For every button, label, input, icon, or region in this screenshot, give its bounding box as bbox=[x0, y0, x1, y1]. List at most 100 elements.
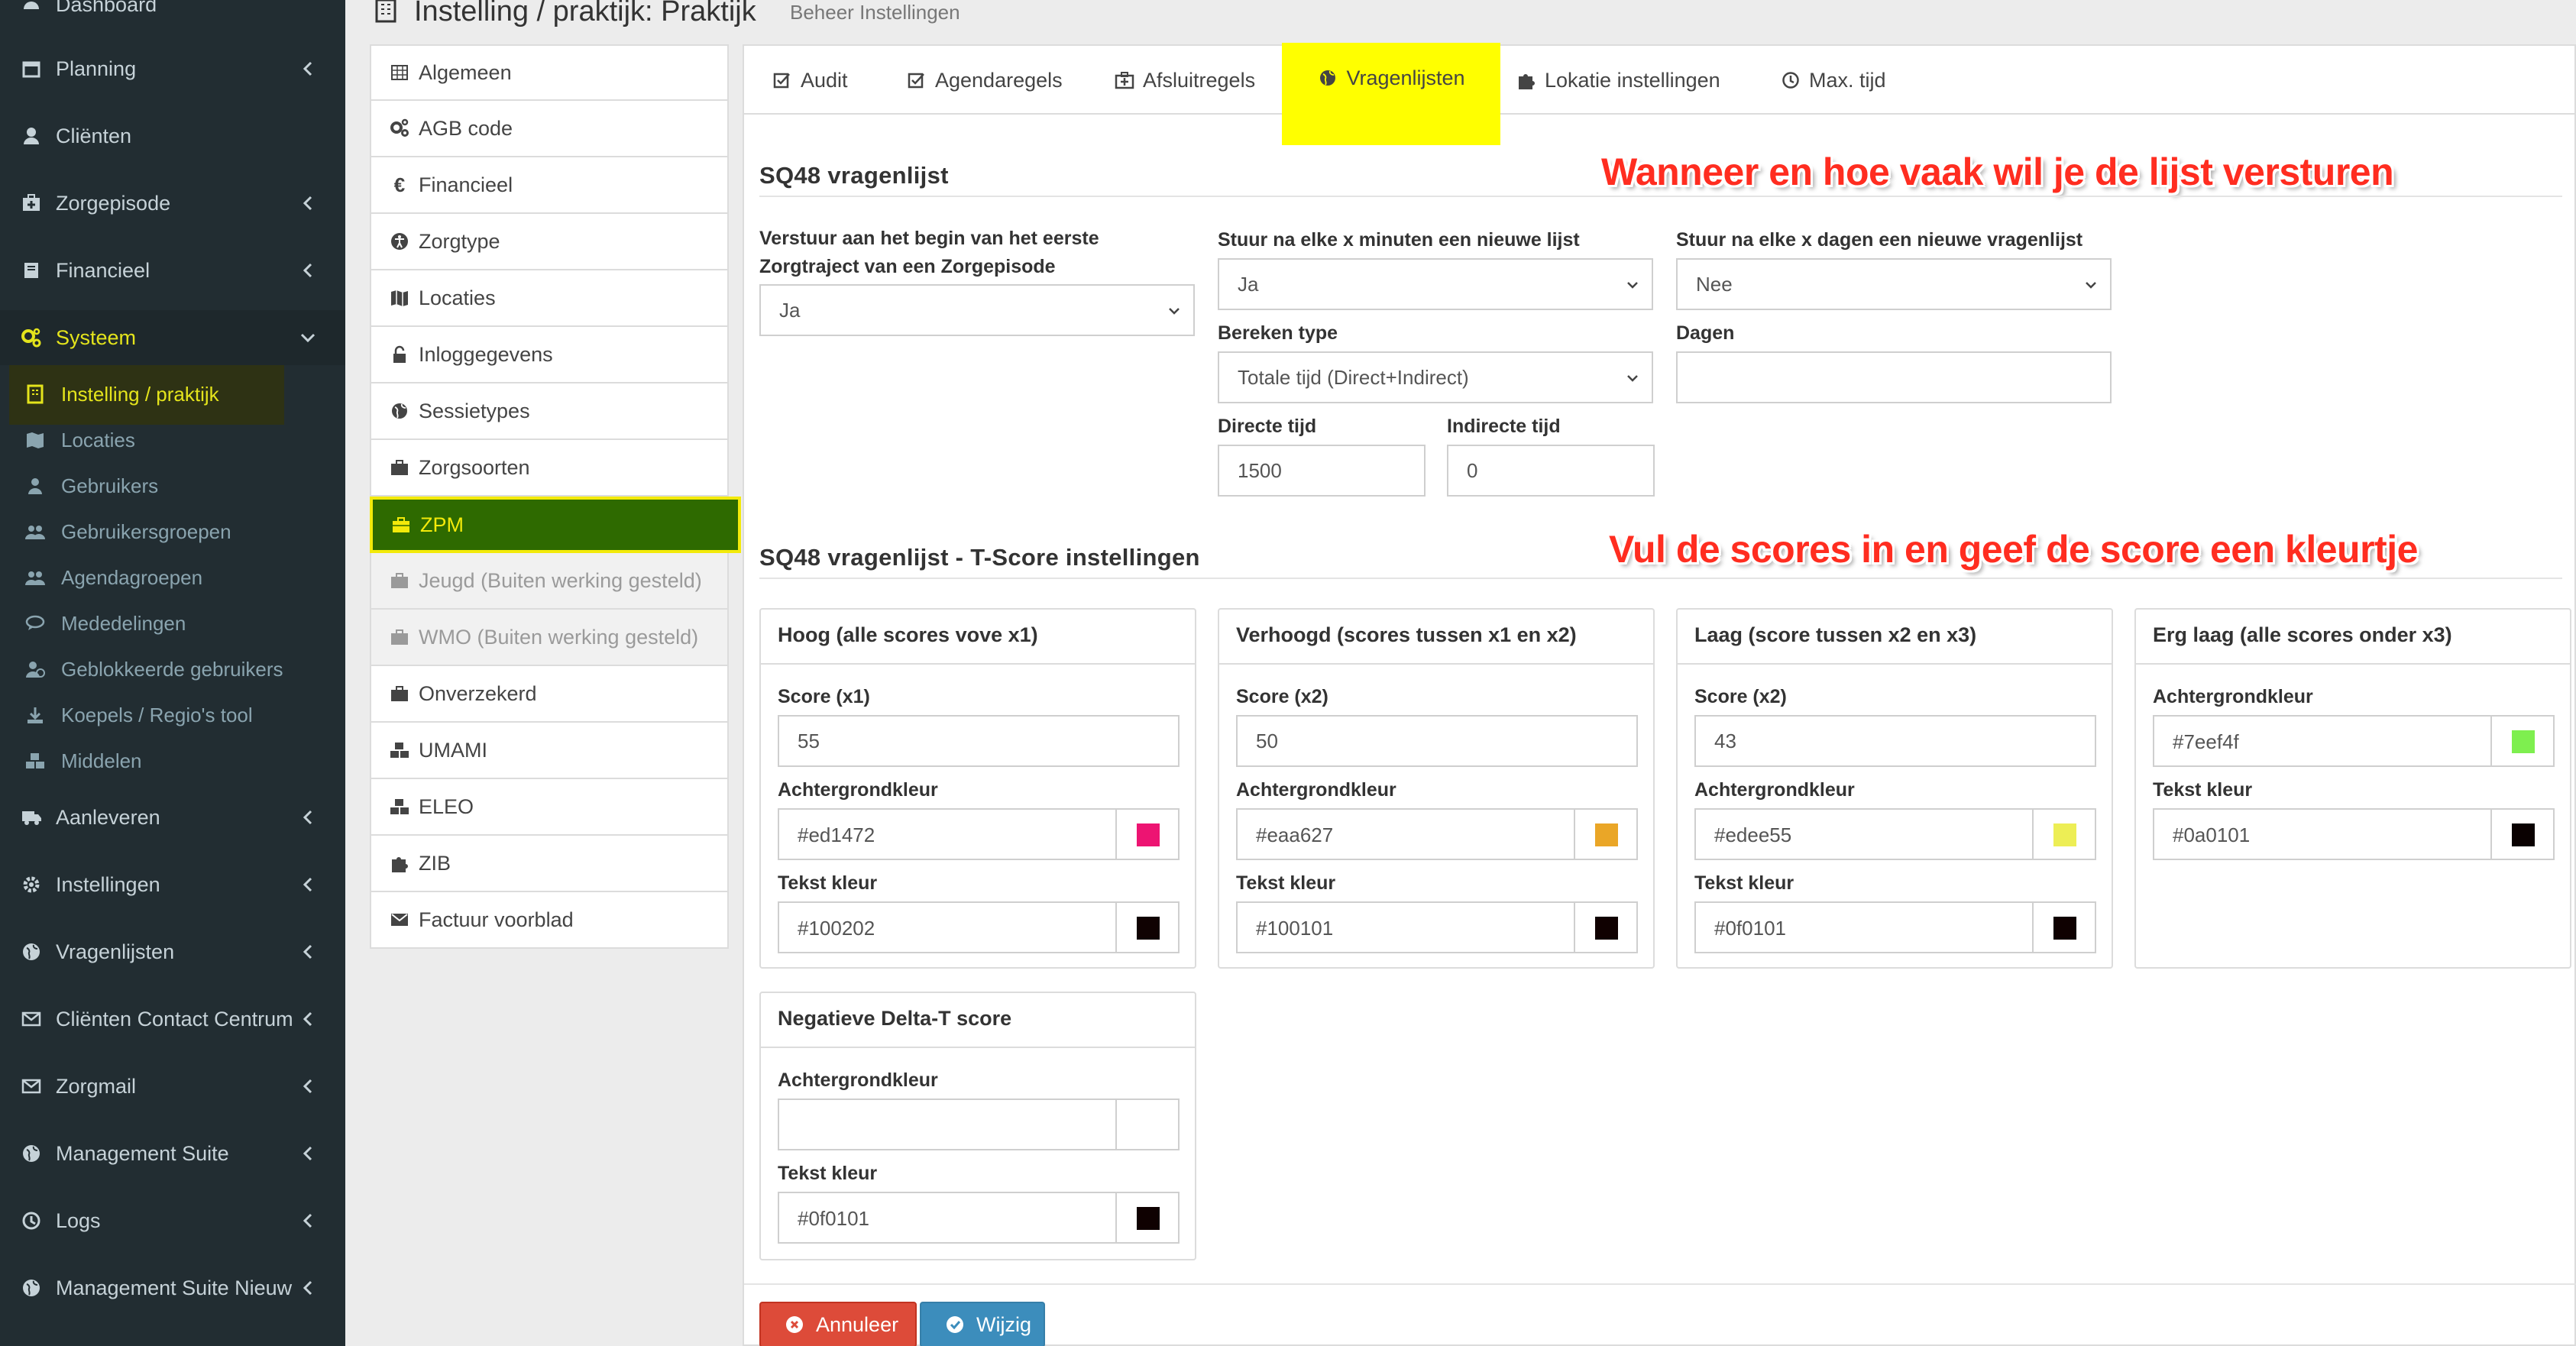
menu-item-wmo[interactable]: WMO (Buiten werking gesteld) bbox=[370, 610, 729, 666]
bg-color-input[interactable]: #7eef4f bbox=[2153, 715, 2555, 767]
sidebar-item-clienten[interactable]: Cliënten bbox=[0, 108, 345, 163]
sidebar-item-zorgepisode[interactable]: Zorgepisode bbox=[0, 176, 345, 231]
sidebar-item-label: Cliënten Contact Centrum bbox=[56, 1007, 293, 1031]
sidebar-subitem-locaties[interactable]: Locaties bbox=[0, 417, 345, 463]
color-value: #0f0101 bbox=[798, 1207, 869, 1230]
sidebar-item-dashboard[interactable]: Dashboard bbox=[0, 0, 345, 32]
sidebar-subitem-gebruikersgroepen[interactable]: Gebruikersgroepen bbox=[0, 509, 345, 555]
sidebar-subitem-middelen[interactable]: Middelen bbox=[0, 738, 345, 784]
color-swatch-button[interactable] bbox=[1574, 810, 1636, 859]
sidebar-subitem-label: Mededelingen bbox=[61, 611, 186, 635]
menu-item-inloggegevens[interactable]: Inloggegevens bbox=[370, 327, 729, 383]
indirect-time-input[interactable]: 0 bbox=[1447, 445, 1655, 497]
menu-item-zpm[interactable]: ZPM bbox=[370, 497, 741, 553]
color-swatch-button[interactable] bbox=[1115, 810, 1178, 859]
color-swatch-button[interactable] bbox=[2032, 810, 2095, 859]
menu-item-zib[interactable]: ZIB bbox=[370, 836, 729, 892]
menu-item-sessietypes[interactable]: Sessietypes bbox=[370, 383, 729, 440]
menu-item-factuur-voorblad[interactable]: Factuur voorblad bbox=[370, 892, 729, 949]
sidebar-item-clienten-contact-centrum[interactable]: Cliënten Contact Centrum bbox=[0, 992, 345, 1047]
menu-item-label: Algemeen bbox=[419, 60, 512, 84]
menu-item-algemeen[interactable]: Algemeen bbox=[370, 44, 729, 101]
calc-type-select[interactable]: Totale tijd (Direct+Indirect) bbox=[1218, 351, 1653, 403]
map-icon bbox=[24, 429, 46, 451]
color-swatch-button[interactable] bbox=[2490, 717, 2553, 765]
bg-color-input[interactable]: #ed1472 bbox=[778, 808, 1180, 860]
color-swatch-button[interactable] bbox=[2032, 903, 2095, 952]
sidebar-subitem-koepels[interactable]: Koepels / Regio's tool bbox=[0, 692, 345, 738]
color-value: #edee55 bbox=[1714, 823, 1792, 846]
text-color-input[interactable]: #0f0101 bbox=[778, 1192, 1180, 1244]
sidebar-item-aanleveren[interactable]: Aanleveren bbox=[0, 790, 345, 845]
score-input[interactable]: 55 bbox=[778, 715, 1180, 767]
direct-time-label: Directe tijd bbox=[1218, 416, 1317, 437]
color-swatch-button[interactable] bbox=[1115, 1100, 1178, 1149]
sidebar-item-management-suite[interactable]: Management Suite bbox=[0, 1126, 345, 1181]
sidebar-item-management-suite-nieuw[interactable]: Management Suite Nieuw bbox=[0, 1260, 345, 1315]
cancel-button[interactable]: Annuleer bbox=[759, 1302, 917, 1346]
score-input[interactable]: 50 bbox=[1236, 715, 1638, 767]
sidebar-subitem-geblokkeerde[interactable]: Geblokkeerde gebruikers bbox=[0, 646, 345, 692]
card-title: Verhoogd (scores tussen x1 en x2) bbox=[1236, 623, 1577, 646]
menu-item-zorgsoorten[interactable]: Zorgsoorten bbox=[370, 440, 729, 497]
tab-afsluitregels[interactable]: Afsluitregels bbox=[1114, 46, 1255, 115]
direct-time-input[interactable]: 1500 bbox=[1218, 445, 1426, 497]
settings-panel: Audit Agendaregels Afsluitregels Vragenl… bbox=[743, 43, 2576, 1346]
card-header: Erg laag (alle scores onder x3) bbox=[2136, 610, 2570, 665]
color-swatch-button[interactable] bbox=[1115, 1193, 1178, 1242]
tab-lokatie-instellingen[interactable]: Lokatie instellingen bbox=[1516, 46, 1720, 115]
send-start-select[interactable]: Ja bbox=[759, 284, 1195, 336]
bg-color-input[interactable]: #eaa627 bbox=[1236, 808, 1638, 860]
sidebar-item-instellingen[interactable]: Instellingen bbox=[0, 857, 345, 912]
chevron-left-icon bbox=[299, 1078, 316, 1095]
bg-color-input[interactable] bbox=[778, 1098, 1180, 1150]
sidebar-item-logs[interactable]: Logs bbox=[0, 1193, 345, 1248]
sidebar-item-planning[interactable]: Planning bbox=[0, 41, 345, 96]
check-circle-icon bbox=[944, 1314, 966, 1335]
bg-color-input[interactable]: #edee55 bbox=[1694, 808, 2096, 860]
tab-audit[interactable]: Audit bbox=[772, 46, 848, 115]
gear-icon bbox=[20, 873, 43, 896]
card-header: Laag (score tussen x2 en x3) bbox=[1678, 610, 2112, 665]
sidebar-subitem-gebruikers[interactable]: Gebruikers bbox=[0, 463, 345, 509]
score-input[interactable]: 43 bbox=[1694, 715, 2096, 767]
color-swatch-button[interactable] bbox=[1115, 903, 1178, 952]
text-color-input[interactable]: #100101 bbox=[1236, 901, 1638, 953]
tab-agendaregels[interactable]: Agendaregels bbox=[906, 46, 1063, 115]
sidebar-item-zorgmail[interactable]: Zorgmail bbox=[0, 1059, 345, 1114]
save-button[interactable]: Wijzig bbox=[920, 1302, 1045, 1346]
color-swatch-button[interactable] bbox=[2490, 810, 2553, 859]
menu-item-zorgtype[interactable]: Zorgtype bbox=[370, 214, 729, 270]
card-title: Hoog (alle scores vove x1) bbox=[778, 623, 1038, 646]
sidebar-subitem-instelling[interactable]: Instelling / praktijk bbox=[0, 371, 345, 417]
score-label: Score (x2) bbox=[1236, 686, 1328, 707]
menu-item-agb-code[interactable]: AGB code bbox=[370, 101, 729, 157]
text-color-input[interactable]: #100202 bbox=[778, 901, 1180, 953]
sidebar-item-systeem[interactable]: Systeem bbox=[0, 310, 345, 365]
envelope-icon bbox=[20, 1008, 43, 1031]
every-minutes-select[interactable]: Ja bbox=[1218, 258, 1653, 310]
menu-item-eleo[interactable]: ELEO bbox=[370, 779, 729, 836]
menu-item-jeugd[interactable]: Jeugd (Buiten werking gesteld) bbox=[370, 553, 729, 610]
text-color-input[interactable]: #0f0101 bbox=[1694, 901, 2096, 953]
color-swatch-button[interactable] bbox=[1574, 903, 1636, 952]
sidebar-subitem-agendagroepen[interactable]: Agendagroepen bbox=[0, 555, 345, 600]
every-days-select[interactable]: Nee bbox=[1676, 258, 2112, 310]
text-color-input[interactable]: #0a0101 bbox=[2153, 808, 2555, 860]
briefcase-icon bbox=[390, 513, 413, 536]
bg-color-label: Achtergrondkleur bbox=[1694, 779, 1855, 801]
sidebar-subitem-mededelingen[interactable]: Mededelingen bbox=[0, 600, 345, 646]
sidebar-subitem-label: Gebruikers bbox=[61, 474, 159, 497]
color-swatch bbox=[2512, 823, 2535, 846]
tab-vragenlijsten[interactable]: Vragenlijsten bbox=[1282, 43, 1500, 145]
menu-item-locaties[interactable]: Locaties bbox=[370, 270, 729, 327]
menu-item-financieel[interactable]: € Financieel bbox=[370, 157, 729, 214]
sidebar-item-vragenlijsten[interactable]: Vragenlijsten bbox=[0, 924, 345, 979]
tab-max-tijd[interactable]: Max. tijd bbox=[1780, 46, 1886, 115]
users-icon bbox=[24, 521, 46, 542]
days-input[interactable] bbox=[1676, 351, 2112, 403]
menu-item-umami[interactable]: UMAMI bbox=[370, 723, 729, 779]
sidebar-subitem-label: Instelling / praktijk bbox=[61, 382, 219, 406]
menu-item-onverzekerd[interactable]: Onverzekerd bbox=[370, 666, 729, 723]
sidebar-item-financieel[interactable]: Financieel bbox=[0, 243, 345, 298]
